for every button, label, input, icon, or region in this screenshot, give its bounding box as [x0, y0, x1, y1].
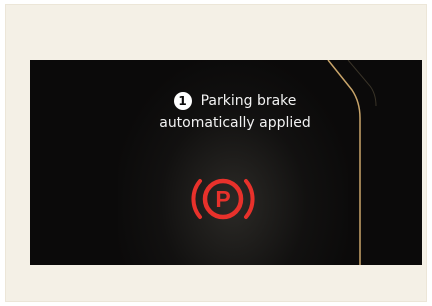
cluster-display: 1 Parking brake automatically applied P: [30, 60, 422, 265]
illustration-frame: 1 Parking brake automatically applied P: [5, 4, 427, 302]
parking-brake-icon: P: [188, 172, 258, 226]
parking-brake-message: 1 Parking brake automatically applied: [130, 90, 340, 134]
message-text-line-2: automatically applied: [159, 115, 311, 131]
step-number-badge: 1: [173, 92, 192, 110]
parking-brake-letter: P: [215, 186, 230, 212]
message-text-line-1: Parking brake: [200, 93, 297, 109]
message-line-1: 1 Parking brake: [130, 90, 340, 112]
